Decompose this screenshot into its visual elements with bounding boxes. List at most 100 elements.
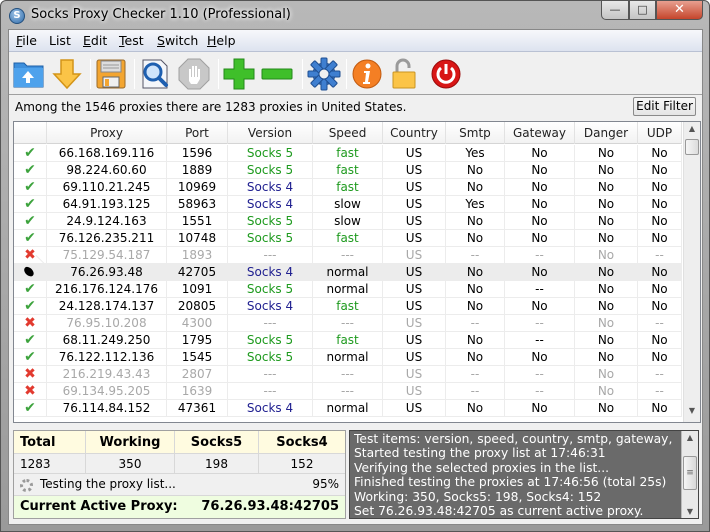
add-button[interactable] — [222, 57, 256, 91]
column-header-udp[interactable]: UDP — [638, 122, 682, 144]
scroll-down-arrow-icon[interactable]: ▼ — [684, 406, 700, 420]
toolbar-separator — [218, 59, 219, 89]
cell-smtp: No — [446, 332, 505, 349]
menu-list[interactable]: List — [49, 33, 71, 48]
menu-switch[interactable]: Switch — [157, 33, 198, 48]
scroll-down-arrow-icon[interactable]: ▼ — [682, 507, 698, 516]
toolbar-separator — [90, 59, 91, 89]
open-folder-button[interactable] — [12, 57, 46, 91]
log-panel[interactable]: Test items: version, speed, country, smt… — [349, 430, 699, 519]
settings-button[interactable] — [307, 57, 341, 91]
progress-row: Testing the proxy list... 95% — [14, 474, 345, 496]
cell-country: US — [383, 332, 446, 349]
stats-total-value: 1283 — [14, 454, 86, 473]
scroll-up-arrow-icon[interactable]: ▲ — [684, 124, 700, 138]
cell-speed: slow — [313, 196, 383, 213]
title-bar[interactable]: S Socks Proxy Checker 1.10 (Professional… — [1, 1, 709, 29]
cell-danger: No — [575, 162, 638, 179]
active-proxy-value: 76.26.93.48:42705 — [201, 499, 339, 514]
table-row[interactable]: ✔ 69.110.21.245 10969 Socks 4 fast US No No No No — [14, 179, 682, 196]
progress-text: Testing the proxy list... — [40, 477, 176, 491]
cell-smtp: No — [446, 162, 505, 179]
column-header-gateway[interactable]: Gateway — [505, 122, 575, 144]
cell-port: 58963 — [167, 196, 228, 213]
table-row[interactable]: ✔ 216.176.124.176 1091 Socks 5 normal US No -- N… — [14, 281, 682, 298]
close-button[interactable]: ✕ — [656, 1, 703, 20]
minimize-button[interactable]: — — [601, 1, 629, 20]
table-row[interactable]: ✔ 66.168.169.116 1596 Socks 5 fast US Yes No No N… — [14, 145, 682, 162]
cell-version: Socks 5 — [228, 230, 313, 247]
cell-gateway: No — [505, 400, 575, 417]
stop-button[interactable] — [177, 57, 211, 91]
cell-proxy: 24.9.124.163 — [47, 213, 167, 230]
cell-port: 1889 — [167, 162, 228, 179]
maximize-button[interactable]: □ — [629, 1, 656, 20]
table-row[interactable]: ✔ 98.224.60.60 1889 Socks 5 fast US No No No No — [14, 162, 682, 179]
table-row[interactable]: ✔ 24.9.124.163 1551 Socks 5 slow US No No No No — [14, 213, 682, 230]
cell-port: 1893 — [167, 247, 228, 264]
settings-gear-icon — [307, 57, 341, 91]
cell-speed: normal — [313, 400, 383, 417]
table-row[interactable]: ✔ 76.122.112.136 1545 Socks 5 normal US No No No… — [14, 349, 682, 366]
toolbar — [9, 53, 702, 95]
search-button[interactable] — [138, 57, 172, 91]
table-row[interactable]: ✔ 76.126.235.211 10748 Socks 5 fast US No No No N… — [14, 230, 682, 247]
table-row[interactable]: ✔ 24.128.174.137 20805 Socks 4 fast US No No No N… — [14, 298, 682, 315]
column-header-danger[interactable]: Danger — [575, 122, 638, 144]
menu-label: elp — [216, 33, 236, 48]
column-header-proxy[interactable]: Proxy — [47, 122, 167, 144]
menu-edit[interactable]: Edit — [83, 33, 107, 48]
cell-speed: fast — [313, 162, 383, 179]
power-button[interactable] — [429, 57, 463, 91]
save-button[interactable] — [94, 57, 128, 91]
column-header-status[interactable] — [14, 122, 47, 144]
table-row[interactable]: ✖ 76.95.10.208 4300 --- --- US -- -- No -- — [14, 315, 682, 332]
menu-file[interactable]: File — [16, 33, 37, 48]
menu-help[interactable]: Help — [207, 33, 236, 48]
menu-test[interactable]: Test — [119, 33, 144, 48]
unlock-button[interactable] — [388, 57, 422, 91]
info-button[interactable] — [350, 57, 384, 91]
proxy-table[interactable]: Proxy Port Version Speed Country Smtp Gateway D… — [12, 121, 701, 423]
active-proxy-label: Current Active Proxy: — [20, 499, 178, 514]
download-button[interactable] — [50, 57, 84, 91]
table-row[interactable]: ✖ 75.129.54.187 1893 --- --- US -- -- No -- — [14, 247, 682, 264]
column-header-country[interactable]: Country — [383, 122, 446, 144]
cell-udp: No — [638, 196, 682, 213]
cell-version: Socks 5 — [228, 332, 313, 349]
cell-danger: No — [575, 332, 638, 349]
table-row[interactable]: ✔ 76.114.84.152 47361 Socks 4 normal US No No No… — [14, 400, 682, 417]
cell-port: 42705 — [167, 264, 228, 281]
table-row[interactable]: ⬮ 76.26.93.48 42705 Socks 4 normal US No No No No — [12, 254, 682, 291]
scroll-thumb[interactable]: ≡ — [683, 456, 697, 490]
remove-button[interactable] — [260, 57, 294, 91]
table-row[interactable]: ✖ 216.219.43.43 2807 --- --- US -- -- No -- — [14, 366, 682, 383]
column-header-version[interactable]: Version — [228, 122, 313, 144]
cell-danger: No — [575, 366, 638, 383]
column-header-port[interactable]: Port — [167, 122, 228, 144]
cell-speed: --- — [313, 315, 383, 332]
cell-country: US — [383, 247, 446, 264]
table-row[interactable]: ✔ 68.11.249.250 1795 Socks 5 fast US No -- No No — [14, 332, 682, 349]
toolbar-separator — [346, 59, 347, 89]
table-row[interactable]: ✔ 64.91.193.125 58963 Socks 4 slow US Yes No No N… — [14, 196, 682, 213]
menu-label: ile — [22, 33, 37, 48]
table-row[interactable]: ✖ 69.134.95.205 1639 --- --- US -- -- No -- — [14, 383, 682, 400]
cell-udp: No — [638, 179, 682, 196]
menu-label: List — [49, 33, 71, 48]
scroll-up-arrow-icon[interactable]: ▲ — [682, 433, 698, 442]
column-header-smtp[interactable]: Smtp — [446, 122, 505, 144]
cell-smtp: No — [446, 298, 505, 315]
edit-filter-button[interactable]: Edit Filter — [633, 97, 696, 116]
cell-gateway: -- — [505, 332, 575, 349]
cell-gateway: No — [505, 264, 575, 281]
cell-proxy: 75.129.54.187 — [47, 247, 167, 264]
scroll-thumb[interactable] — [685, 139, 699, 155]
cell-gateway: No — [505, 230, 575, 247]
table-scrollbar[interactable]: ▲ ▼ — [683, 122, 700, 422]
column-header-speed[interactable]: Speed — [313, 122, 383, 144]
cell-smtp: No — [446, 213, 505, 230]
menu-label: dit — [90, 33, 108, 48]
power-icon — [431, 59, 461, 89]
log-scrollbar[interactable]: ▲ ≡ ▼ — [681, 431, 698, 518]
